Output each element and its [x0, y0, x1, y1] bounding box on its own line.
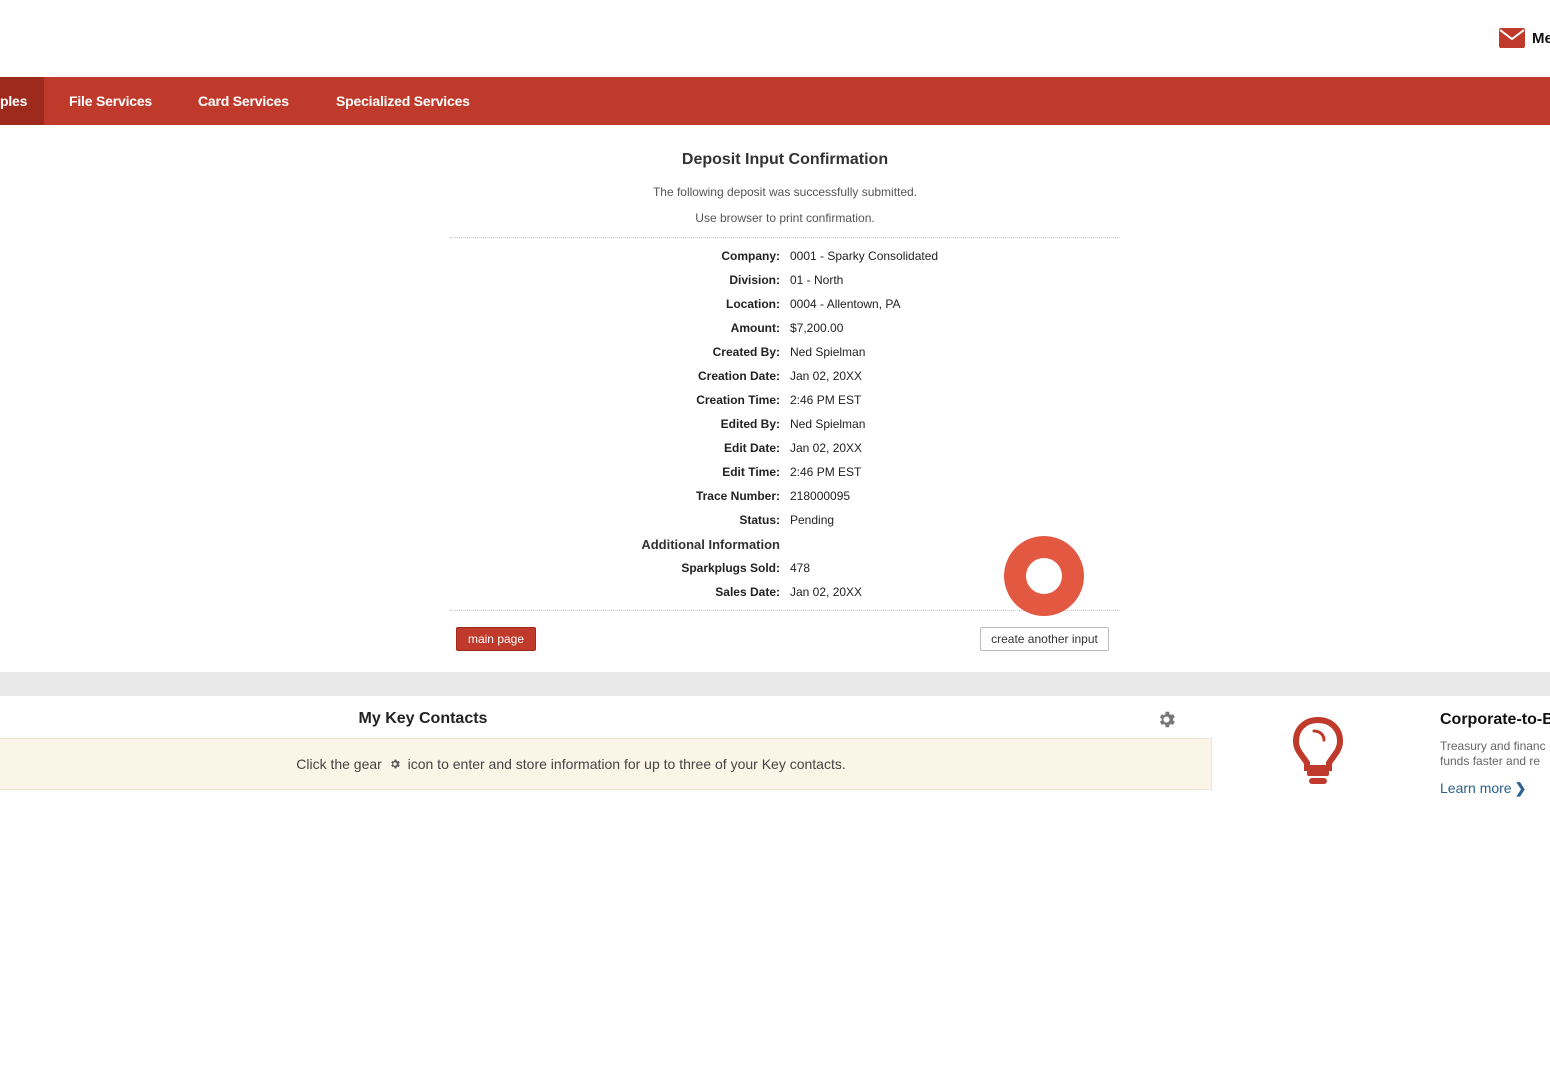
- detail-row: Created By: Ned Spielman: [450, 345, 1120, 369]
- main-nav: ples File Services Card Services Special…: [0, 77, 1550, 125]
- promo-title: Corporate-to-B: [1440, 711, 1550, 728]
- field-label: Creation Date:: [697, 369, 780, 383]
- field-value: Jan 02, 20XX: [790, 441, 863, 455]
- field-label: Amount:: [730, 321, 780, 335]
- success-message: The following deposit was successfully s…: [652, 185, 918, 199]
- field-value: 0004 - Allentown, PA: [790, 297, 901, 311]
- key-contacts-message: Click the gear icon to enter and store i…: [296, 756, 846, 772]
- detail-row: Amount: $7,200.00: [450, 321, 1120, 345]
- detail-row: Division: 01 - North: [450, 273, 1120, 297]
- section-separator: [0, 672, 1550, 696]
- field-label: Created By:: [712, 345, 780, 359]
- click-indicator: [1004, 536, 1084, 616]
- page: Me ples File Services Card Services Spec…: [0, 0, 1550, 1087]
- field-value: 2:46 PM EST: [790, 393, 862, 407]
- print-hint: Use browser to print confirmation.: [695, 211, 875, 225]
- additional-info-heading: Additional Information: [641, 537, 780, 552]
- detail-row: Creation Date: Jan 02, 20XX: [450, 369, 1120, 393]
- detail-row: Company: 0001 - Sparky Consolidated: [450, 249, 1120, 273]
- nav-item-card-services[interactable]: Card Services: [198, 77, 289, 125]
- page-title: Deposit Input Confirmation: [681, 151, 889, 168]
- field-value: 0001 - Sparky Consolidated: [790, 249, 939, 263]
- detail-row: Creation Time: 2:46 PM EST: [450, 393, 1120, 417]
- detail-row: Trace Number: 218000095: [450, 489, 1120, 513]
- field-value: Ned Spielman: [790, 417, 866, 431]
- field-value: 2:46 PM EST: [790, 465, 862, 479]
- key-contacts-title: My Key Contacts: [358, 710, 488, 727]
- nav-item-file-services[interactable]: File Services: [69, 77, 152, 125]
- field-label: Sales Date:: [715, 585, 780, 599]
- top-header: Me: [0, 0, 1550, 77]
- field-value: $7,200.00: [790, 321, 844, 335]
- nav-item-services[interactable]: ples: [0, 77, 44, 125]
- field-value: Jan 02, 20XX: [790, 369, 863, 383]
- field-value: 478: [790, 561, 811, 575]
- key-contacts-box: Click the gear icon to enter and store i…: [0, 738, 1212, 790]
- field-label: Creation Time:: [696, 393, 780, 407]
- field-value: Pending: [790, 513, 835, 527]
- field-label: Company:: [721, 249, 780, 263]
- nav-item-specialized-services[interactable]: Specialized Services: [336, 77, 470, 125]
- field-value: 218000095: [790, 489, 851, 503]
- field-label: Division:: [729, 273, 780, 287]
- field-value: 01 - North: [790, 273, 844, 287]
- divider-bottom: [450, 610, 1120, 611]
- field-label: Edit Date:: [723, 441, 780, 455]
- messages-label: Me: [1532, 29, 1550, 47]
- detail-row: Edit Time: 2:46 PM EST: [450, 465, 1120, 489]
- field-label: Edited By:: [720, 417, 780, 431]
- promo-description: Treasury and financ funds faster and re: [1440, 739, 1546, 768]
- detail-row: Edit Date: Jan 02, 20XX: [450, 441, 1120, 465]
- envelope-icon: [1499, 28, 1525, 48]
- learn-more-link[interactable]: Learn more ❯: [1440, 780, 1526, 797]
- field-label: Trace Number:: [695, 489, 780, 503]
- main-page-button[interactable]: main page: [456, 627, 536, 651]
- detail-row: Edited By: Ned Spielman: [450, 417, 1120, 441]
- chevron-right-icon: ❯: [1514, 780, 1527, 796]
- field-label: Edit Time:: [722, 465, 780, 479]
- field-label: Sparkplugs Sold:: [681, 561, 780, 575]
- create-another-input-button[interactable]: create another input: [980, 627, 1109, 651]
- messages-link[interactable]: Me: [1499, 28, 1550, 48]
- detail-row: Location: 0004 - Allentown, PA: [450, 297, 1120, 321]
- detail-row: Status: Pending: [450, 513, 1120, 537]
- field-value: Ned Spielman: [790, 345, 866, 359]
- inline-gear-icon: [390, 759, 400, 769]
- gear-icon[interactable]: [1156, 709, 1177, 730]
- field-value: Jan 02, 20XX: [790, 585, 863, 599]
- field-label: Status:: [739, 513, 780, 527]
- lightbulb-icon: [1292, 716, 1344, 784]
- divider-top: [450, 237, 1120, 238]
- field-label: Location:: [726, 297, 780, 311]
